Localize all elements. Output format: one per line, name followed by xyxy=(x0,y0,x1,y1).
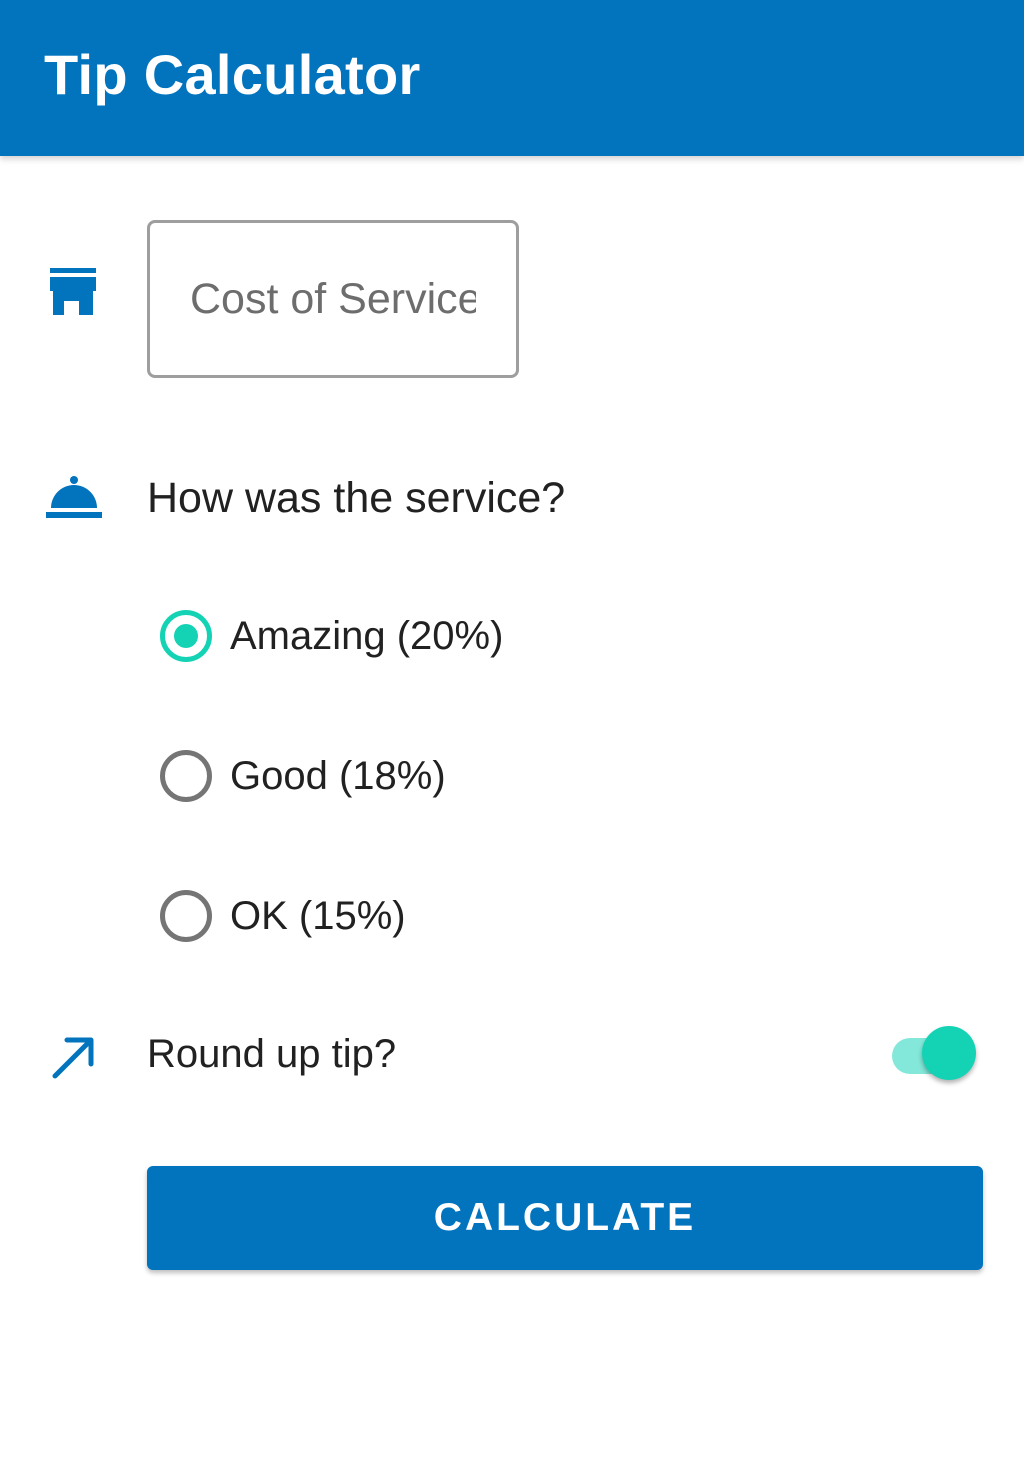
toggle-thumb xyxy=(922,1026,976,1080)
round-up-label: Round up tip? xyxy=(147,1032,397,1076)
radio-button-unchecked[interactable] xyxy=(160,890,212,942)
room-service-icon xyxy=(46,476,102,518)
round-up-toggle[interactable] xyxy=(890,1024,980,1084)
radio-button-checked[interactable] xyxy=(160,610,212,662)
radio-label-amazing: Amazing (20%) xyxy=(230,613,504,658)
app-bar: Tip Calculator xyxy=(0,0,1024,156)
radio-dot xyxy=(174,624,198,648)
radio-option-amazing[interactable]: Amazing (20%) xyxy=(160,606,503,666)
cost-of-service-input[interactable] xyxy=(147,220,519,378)
calculate-button[interactable]: CALCULATE xyxy=(147,1166,983,1270)
app-title: Tip Calculator xyxy=(44,43,421,106)
radio-button-unchecked[interactable] xyxy=(160,750,212,802)
radio-option-ok[interactable]: OK (15%) xyxy=(160,886,406,946)
radio-option-good[interactable]: Good (18%) xyxy=(160,746,446,806)
radio-label-good: Good (18%) xyxy=(230,753,446,798)
radio-label-ok: OK (15%) xyxy=(230,893,406,938)
storefront-icon xyxy=(50,268,96,315)
service-question-label: How was the service? xyxy=(147,474,566,522)
trending-up-arrow-icon xyxy=(52,1037,94,1079)
